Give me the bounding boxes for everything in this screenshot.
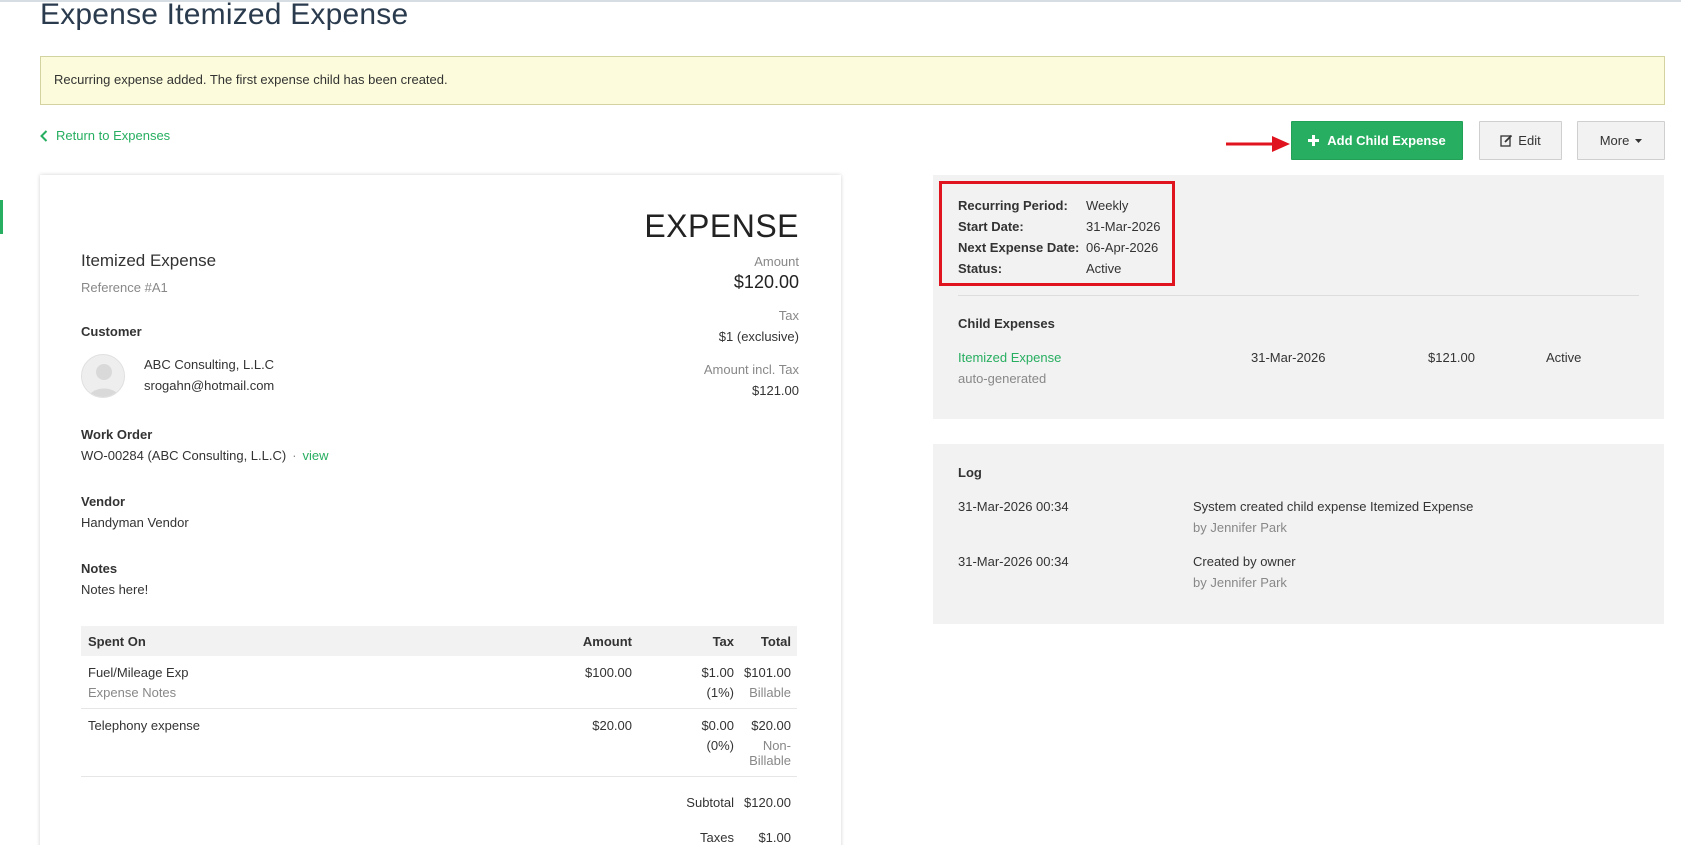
sidebar-accent	[0, 200, 3, 234]
work-order-view-link[interactable]: view	[303, 448, 329, 463]
more-label: More	[1599, 133, 1630, 148]
work-order-value: WO-00284 (ABC Consulting, L.L.C)	[81, 448, 287, 463]
edit-button[interactable]: Edit	[1479, 121, 1562, 160]
annotation-highlight-box	[939, 181, 1175, 286]
customer-email: srogahn@hotmail.com	[144, 378, 275, 393]
header-tax: Tax	[712, 633, 734, 649]
notes-value: Notes here!	[81, 582, 149, 597]
table-header: Spent On Amount Tax Total	[81, 626, 797, 656]
vendor-label: Vendor	[81, 494, 126, 509]
log-entry-author: by Jennifer Park	[1193, 575, 1287, 590]
table-row: Fuel/Mileage Exp Expense Notes $100.00 $1…	[81, 656, 797, 709]
child-expense-sub: auto-generated	[958, 371, 1047, 386]
log-entry-time: 31-Mar-2026 00:34	[958, 554, 1069, 569]
header-amount: Amount	[582, 633, 632, 649]
taxes-label: Taxes	[700, 830, 734, 845]
expense-reference: Reference #A1	[81, 280, 168, 295]
subtotal-label: Subtotal	[686, 795, 734, 810]
caret-down-icon	[1635, 138, 1643, 143]
amount-incl-tax-label: Amount incl. Tax	[703, 362, 799, 377]
amount-label: Amount	[754, 254, 799, 269]
header-spent-on: Spent On	[88, 633, 146, 649]
return-link-label: Return to Expenses	[56, 128, 171, 143]
child-expense-status: Active	[1546, 350, 1582, 365]
child-expense-link[interactable]: Itemized Expense	[958, 350, 1061, 365]
table-row: Telephony expense $20.00 $0.00 (0%) $20.0…	[81, 709, 797, 777]
vendor-value: Handyman Vendor	[81, 515, 189, 530]
work-order-separator: ·	[292, 448, 297, 463]
taxes-row: Taxes $1.00	[81, 830, 797, 845]
expense-name: Itemized Expense	[81, 251, 217, 270]
item-total: $101.00	[744, 665, 791, 680]
item-billing: Billable	[749, 685, 791, 700]
subtotal-value: $120.00	[744, 795, 791, 810]
item-tax: $1.00	[701, 665, 734, 680]
customer-label: Customer	[81, 324, 142, 339]
amount-value: $120.00	[733, 272, 799, 292]
item-name: Fuel/Mileage Exp	[88, 665, 189, 680]
log-entry-author: by Jennifer Park	[1193, 520, 1287, 535]
notes-label: Notes	[81, 561, 118, 576]
log-entry-message: Created by owner	[1193, 554, 1296, 569]
divider	[958, 295, 1639, 296]
success-alert: Recurring expense added. The first expen…	[40, 56, 1665, 105]
amount-incl-tax-value: $121.00	[752, 383, 799, 398]
log-entry-message: System created child expense Itemized Ex…	[1193, 499, 1474, 514]
document-type: EXPENSE	[644, 208, 799, 244]
page-title: Expense Itemized Expense	[40, 0, 409, 31]
tax-label: Tax	[778, 308, 799, 323]
edit-label: Edit	[1518, 133, 1541, 148]
plus-icon	[1308, 135, 1320, 146]
add-child-expense-button[interactable]: Add Child Expense	[1291, 121, 1463, 160]
add-child-expense-label: Add Child Expense	[1327, 133, 1446, 148]
log-title: Log	[958, 465, 982, 480]
arrow-right-icon	[1226, 136, 1290, 152]
return-to-expenses-link[interactable]: Return to Expenses	[40, 128, 170, 143]
child-expenses-title: Child Expenses	[958, 316, 1055, 331]
work-order-line: WO-00284 (ABC Consulting, L.L.C) · view	[81, 448, 329, 463]
item-tax: $0.00	[701, 718, 734, 733]
item-note: Expense Notes	[88, 685, 177, 700]
child-expense-date: 31-Mar-2026	[1251, 350, 1326, 365]
more-dropdown-button[interactable]: More	[1577, 121, 1665, 160]
item-billing: Non-Billable	[749, 738, 791, 768]
taxes-value: $1.00	[758, 830, 791, 845]
chevron-left-icon	[40, 129, 48, 142]
child-expense-amount: $121.00	[1428, 350, 1475, 365]
log-entry-time: 31-Mar-2026 00:34	[958, 499, 1069, 514]
subtotal-row: Subtotal $120.00	[81, 795, 797, 810]
line-items-table: Spent On Amount Tax Total Fuel/Mileage E…	[81, 626, 797, 845]
work-order-label: Work Order	[81, 427, 153, 442]
edit-icon	[1500, 134, 1513, 147]
tax-value: $1 (exclusive)	[718, 329, 799, 344]
expense-document-card: EXPENSE Itemized Expense Reference #A1 A…	[40, 175, 841, 845]
user-avatar-icon	[81, 354, 125, 398]
log-panel	[933, 444, 1664, 624]
item-amount: $20.00	[592, 718, 632, 733]
item-tax-rate: (0%)	[706, 738, 734, 753]
item-total: $20.00	[751, 718, 791, 733]
item-amount: $100.00	[585, 665, 632, 680]
customer-name: ABC Consulting, L.L.C	[144, 357, 275, 372]
item-name: Telephony expense	[88, 718, 201, 733]
item-tax-rate: (1%)	[706, 685, 734, 700]
header-total: Total	[760, 633, 791, 649]
